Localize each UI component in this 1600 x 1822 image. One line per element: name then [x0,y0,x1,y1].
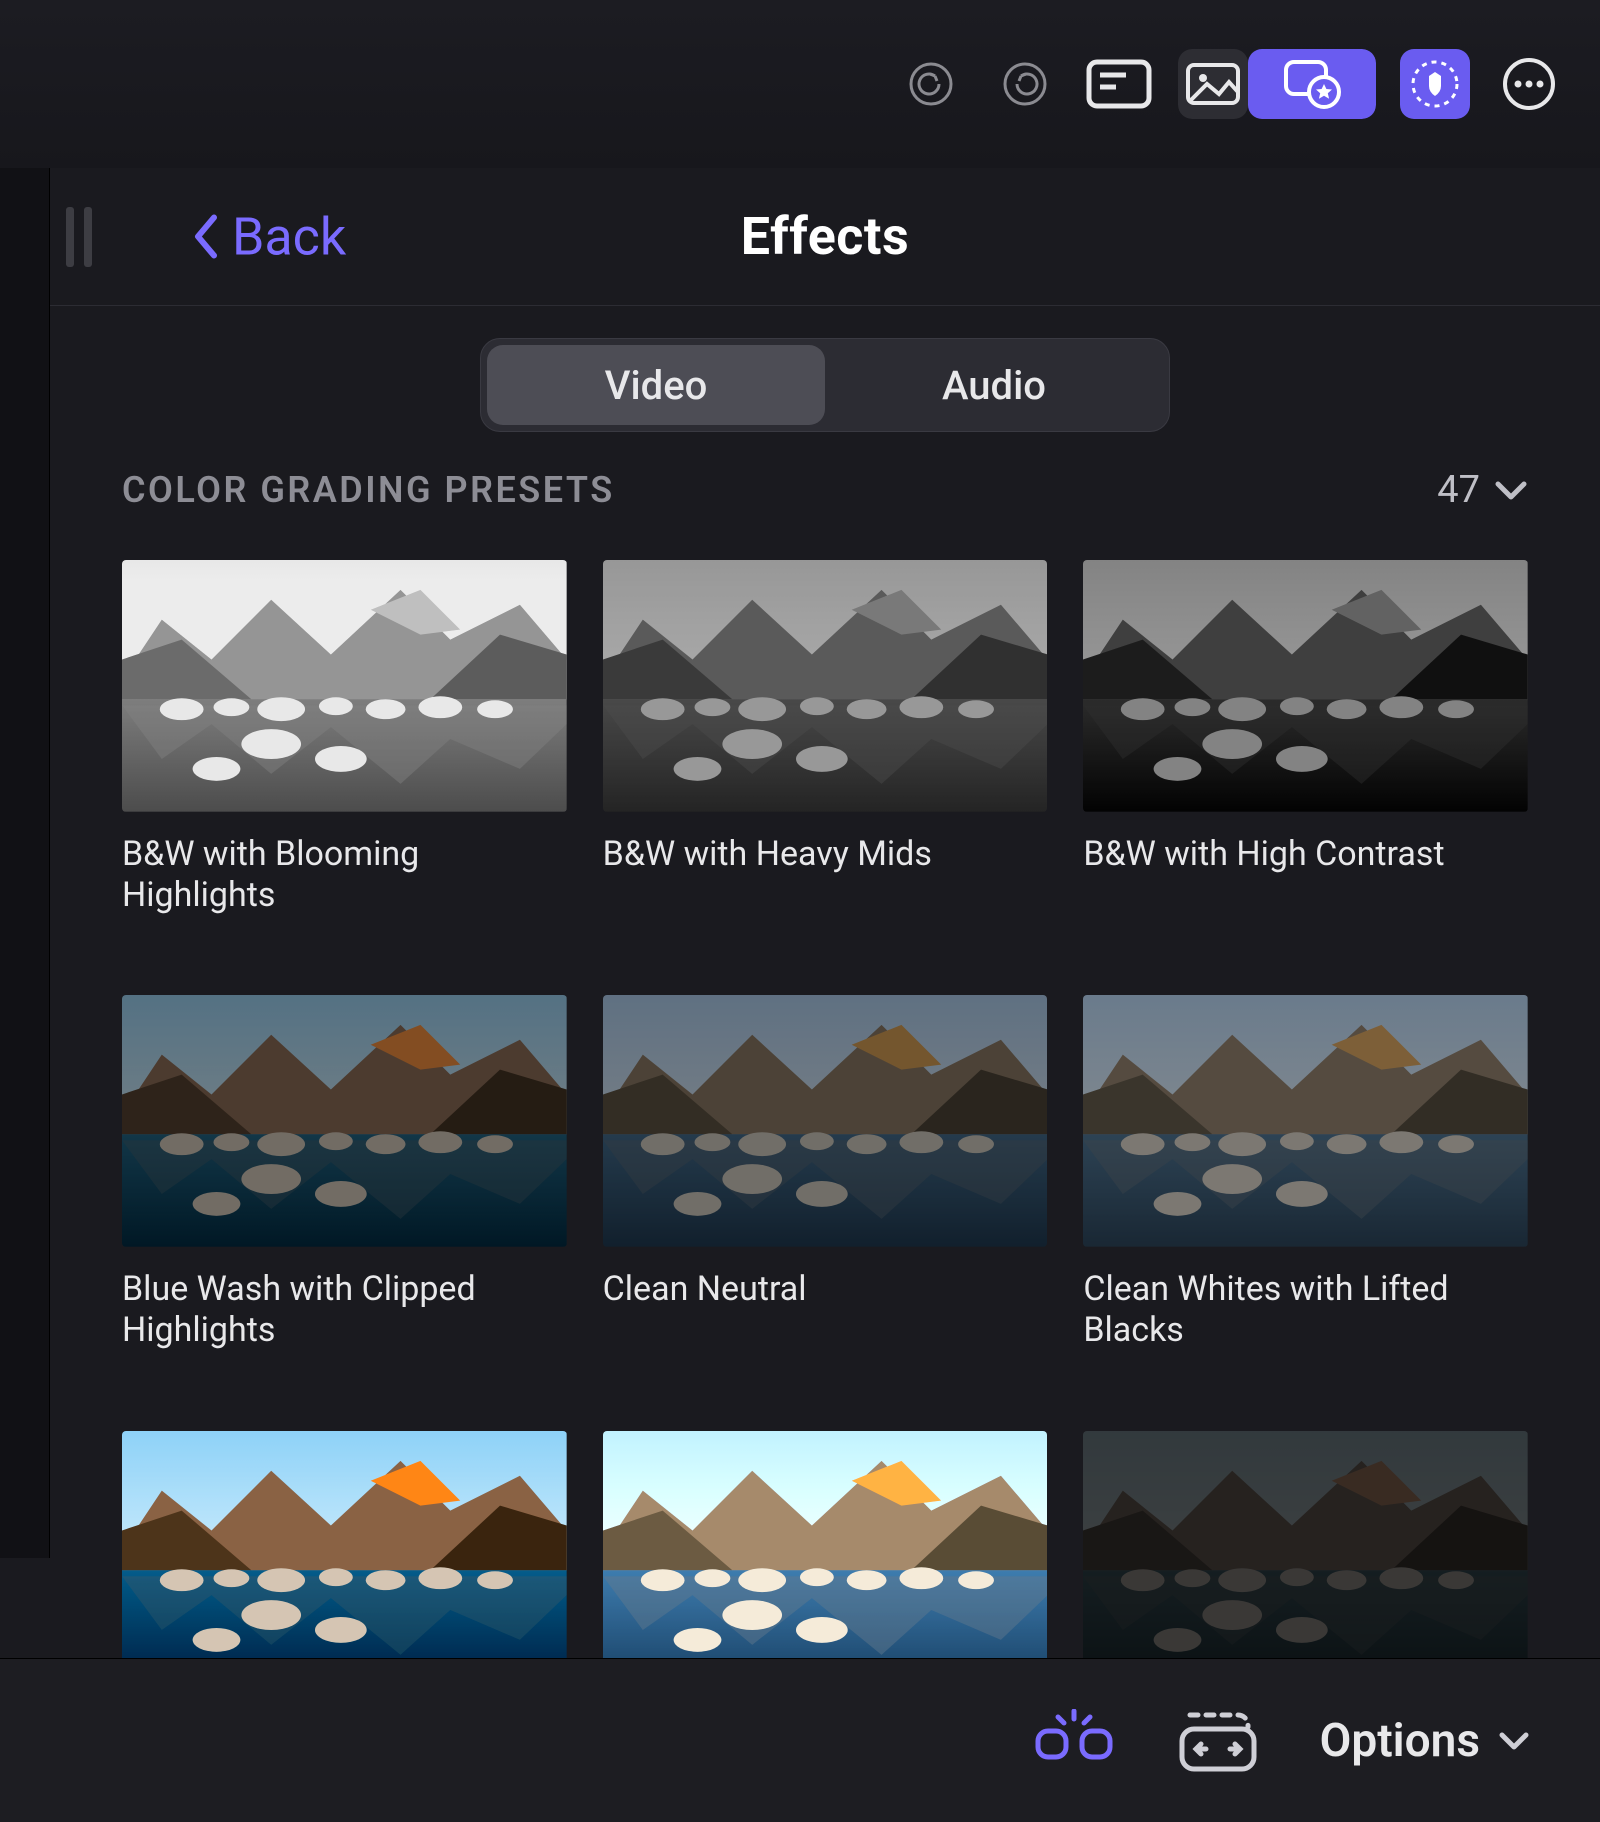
preset-item[interactable]: B&W with High Contrast [1083,560,1528,951]
preset-thumbnail [1083,1431,1528,1683]
mask-button[interactable] [1400,49,1470,119]
preset-item[interactable]: B&W with Heavy Mids [603,560,1048,951]
favorite-overlay-button[interactable] [1248,49,1376,119]
split-clip-button[interactable] [1032,1709,1116,1773]
section-header[interactable]: COLOR GRADING PRESETS 47 [50,468,1600,530]
preset-label: Clean Neutral [603,1269,1012,1310]
preset-thumbnail [1083,995,1528,1247]
preset-item[interactable]: Clean Whites with Lifted Blacks [1083,995,1528,1386]
preset-label: Blue Wash with Clipped Highlights [122,1269,531,1352]
drag-handle-icon[interactable] [66,207,92,267]
preset-item[interactable]: Blue Wash with Clipped Highlights [122,995,567,1386]
back-button[interactable]: Back [190,206,346,267]
caption-button[interactable] [1084,49,1154,119]
preset-thumbnail [603,1431,1048,1683]
chevron-down-icon [1494,479,1528,501]
section-count-toggle[interactable]: 47 [1437,468,1528,512]
back-label: Back [232,206,346,267]
chevron-down-icon [1498,1730,1530,1752]
left-gutter [0,168,50,1558]
top-toolbar [0,0,1600,168]
position-clip-button[interactable] [1172,1705,1264,1777]
preset-label: B&W with High Contrast [1083,834,1492,875]
panel-title: Effects [741,206,909,267]
preset-thumbnail [122,1431,567,1683]
preset-label: Clean Whites with Lifted Blacks [1083,1269,1492,1352]
section-title: COLOR GRADING PRESETS [122,469,615,511]
preset-label: B&W with Blooming Highlights [122,834,531,917]
panel-header: Back Effects [50,168,1600,306]
preset-thumbnail [122,995,567,1247]
preset-thumbnail [122,560,567,812]
preset-item[interactable]: Clean Neutral [603,995,1048,1386]
more-button[interactable] [1494,49,1564,119]
preset-label: B&W with Heavy Mids [603,834,1012,875]
preset-item[interactable]: B&W with Blooming Highlights [122,560,567,951]
preset-thumbnail [1083,560,1528,812]
image-view-button[interactable] [1178,49,1248,119]
bottom-bar: Options [0,1658,1600,1822]
options-button[interactable]: Options [1320,1714,1530,1768]
tab-audio[interactable]: Audio [825,345,1163,425]
effects-panel: Back Effects Video Audio COLOR GRADING P… [50,168,1600,1822]
preset-thumbnail [603,560,1048,812]
preset-thumbnail [603,995,1048,1247]
redo-button[interactable] [990,49,1060,119]
tab-video[interactable]: Video [487,345,825,425]
preset-grid: B&W with Blooming Highlights B&W with Hea… [50,530,1600,1822]
undo-button[interactable] [896,49,966,119]
effects-type-segmented: Video Audio [480,338,1170,432]
